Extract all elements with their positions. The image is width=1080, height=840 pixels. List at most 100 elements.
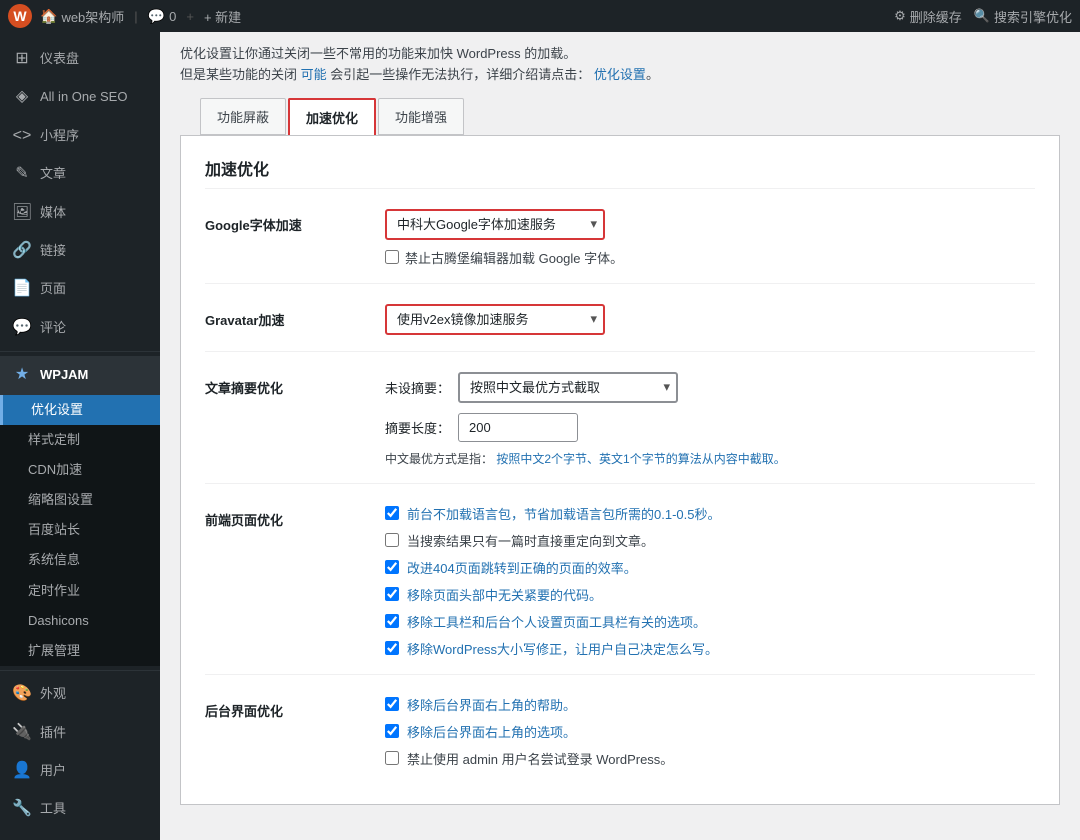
backend-check-no-admin-login[interactable] <box>385 751 399 765</box>
sidebar-item-dashicons[interactable]: Dashicons <box>0 606 160 636</box>
sidebar: ⊞ 仪表盘 ◈ All in One SEO <> 小程序 ✎ 文章 🖼 媒体 … <box>0 32 160 840</box>
frontend-label-fix-404[interactable]: 改进404页面跳转到正确的页面的效率。 <box>407 558 637 577</box>
sidebar-item-pages[interactable]: 📄 页面 <box>0 270 160 308</box>
excerpt-unsettled-label: 未设摘要： <box>385 378 450 397</box>
sidebar-item-thumbnail[interactable]: 缩略图设置 <box>0 485 160 515</box>
media-icon: 🖼 <box>12 202 32 224</box>
excerpt-note-link[interactable]: 按照中文2个字节、英文1个字节的算法从内容中截取。 <box>496 452 785 466</box>
sidebar-item-links[interactable]: 🔗 链接 <box>0 232 160 270</box>
main-layout: ⊞ 仪表盘 ◈ All in One SEO <> 小程序 ✎ 文章 🖼 媒体 … <box>0 32 1080 840</box>
frontend-check-no-lang[interactable] <box>385 506 399 520</box>
excerpt-length-input[interactable]: 200 <box>458 413 578 442</box>
sidebar-item-appearance[interactable]: 🎨 外观 <box>0 675 160 713</box>
sidebar-item-baidu[interactable]: 百度站长 <box>0 515 160 545</box>
admin-bar-new[interactable]: + 新建 <box>204 7 241 26</box>
tabs-bar: 功能屏蔽 加速优化 功能增强 <box>180 98 1060 135</box>
gravatar-select[interactable]: 使用v2ex镜像加速服务 关闭 <box>385 304 605 335</box>
admin-bar: W 🏠 web架构师 | 💬 0 + + 新建 ⚙ 删除缓存 🔍 搜索引擎优化 <box>0 0 1080 32</box>
sidebar-item-cron[interactable]: 定时作业 <box>0 576 160 606</box>
frontend-item-fix-404: 改进404页面跳转到正确的页面的效率。 <box>385 558 1035 577</box>
google-font-label: Google字体加速 <box>205 209 385 234</box>
wpjam-icon: ★ <box>12 364 32 386</box>
sidebar-item-comments[interactable]: 💬 评论 <box>0 309 160 347</box>
mini-programs-icon: <> <box>12 125 32 147</box>
frontend-label-remove-toolbar[interactable]: 移除工具栏和后台个人设置页面工具栏有关的选项。 <box>407 612 706 631</box>
admin-bar-cache[interactable]: ⚙ 删除缓存 <box>894 7 962 26</box>
frontend-check-remove-head[interactable] <box>385 587 399 601</box>
frontend-label-redirect-search[interactable]: 当搜索结果只有一篇时直接重定向到文章。 <box>407 531 654 550</box>
backend-item-remove-options: 移除后台界面右上角的选项。 <box>385 722 1035 741</box>
gravatar-control: 使用v2ex镜像加速服务 关闭 <box>385 304 1035 335</box>
opt-settings-link[interactable]: 优化设置 <box>594 67 646 82</box>
tools-icon: 🔧 <box>12 798 32 820</box>
articles-icon: ✎ <box>12 163 32 185</box>
sidebar-item-wpjam[interactable]: ★ WPJAM <box>0 356 160 394</box>
sidebar-item-style-custom[interactable]: 样式定制 <box>0 425 160 455</box>
admin-bar-comments[interactable]: 💬 0 <box>148 8 177 25</box>
frontend-check-remove-case[interactable] <box>385 641 399 655</box>
sidebar-item-sys-info[interactable]: 系统信息 <box>0 545 160 575</box>
frontend-check-redirect-search[interactable] <box>385 533 399 547</box>
backend-item-remove-help: 移除后台界面右上角的帮助。 <box>385 695 1035 714</box>
frontend-item-remove-toolbar: 移除工具栏和后台个人设置页面工具栏有关的选项。 <box>385 612 1035 631</box>
google-font-select[interactable]: 中科大Google字体加速服务 关闭 <box>385 209 605 240</box>
page-header: 优化设置让你通过关闭一些不常用的功能来加快 WordPress 的加载。 但是某… <box>160 32 1080 135</box>
sidebar-item-plugins[interactable]: 🔌 插件 <box>0 714 160 752</box>
sidebar-item-mini-programs[interactable]: <> 小程序 <box>0 117 160 155</box>
backend-check-remove-help[interactable] <box>385 697 399 711</box>
tab-feature-add[interactable]: 功能增强 <box>378 98 464 135</box>
frontend-label-no-lang[interactable]: 前台不加载语言包，节省加载语言包所需的0.1-0.5秒。 <box>407 504 720 523</box>
plugins-icon: 🔌 <box>12 722 32 744</box>
admin-bar-site[interactable]: 🏠 web架构师 <box>40 7 124 26</box>
sidebar-divider-1 <box>0 351 160 352</box>
excerpt-method-wrapper: 按照中文最优方式截取 关闭 <box>458 372 678 403</box>
frontend-item-remove-case: 移除WordPress大小写修正，让用户自己决定怎么写。 <box>385 639 1035 658</box>
links-icon: 🔗 <box>12 240 32 262</box>
sidebar-item-extensions[interactable]: 扩展管理 <box>0 636 160 666</box>
backend-opt-row: 后台界面优化 移除后台界面右上角的帮助。 移除后台界面右上角的选项。 <box>205 695 1035 784</box>
page-description: 优化设置让你通过关闭一些不常用的功能来加快 WordPress 的加载。 但是某… <box>180 44 1060 86</box>
backend-label-no-admin-login[interactable]: 禁止使用 admin 用户名尝试登录 WordPress。 <box>407 749 673 768</box>
frontend-item-remove-head: 移除页面头部中无关紧要的代码。 <box>385 585 1035 604</box>
sidebar-item-cdn[interactable]: CDN加速 <box>0 455 160 485</box>
appearance-icon: 🎨 <box>12 683 32 705</box>
sidebar-item-articles[interactable]: ✎ 文章 <box>0 155 160 193</box>
backend-label-remove-help[interactable]: 移除后台界面右上角的帮助。 <box>407 695 576 714</box>
sidebar-item-media[interactable]: 🖼 媒体 <box>0 194 160 232</box>
tab-speed-opt[interactable]: 加速优化 <box>288 98 376 135</box>
excerpt-label: 文章摘要优化 <box>205 372 385 397</box>
frontend-label-remove-head[interactable]: 移除页面头部中无关紧要的代码。 <box>407 585 602 604</box>
backend-opt-control: 移除后台界面右上角的帮助。 移除后台界面右上角的选项。 禁止使用 admin 用… <box>385 695 1035 768</box>
admin-bar-seo[interactable]: 🔍 搜索引擎优化 <box>974 7 1072 26</box>
google-font-checkbox-label[interactable]: 禁止古腾堡编辑器加载 Google 字体。 <box>405 248 623 267</box>
excerpt-row: 文章摘要优化 未设摘要： 按照中文最优方式截取 关闭 摘要长度： 2 <box>205 372 1035 484</box>
google-font-checkbox[interactable] <box>385 250 399 264</box>
content-area: 优化设置让你通过关闭一些不常用的功能来加快 WordPress 的加载。 但是某… <box>160 32 1080 840</box>
frontend-checkbox-list: 前台不加载语言包，节省加载语言包所需的0.1-0.5秒。 当搜索结果只有一篇时直… <box>385 504 1035 658</box>
sidebar-item-dashboard[interactable]: ⊞ 仪表盘 <box>0 40 160 78</box>
google-font-row: Google字体加速 中科大Google字体加速服务 关闭 禁止古腾堡编辑器加载… <box>205 209 1035 284</box>
comments-icon: 💬 <box>12 317 32 339</box>
excerpt-note: 中文最优方式是指： 按照中文2个字节、英文1个字节的算法从内容中截取。 <box>385 450 1035 467</box>
frontend-check-remove-toolbar[interactable] <box>385 614 399 628</box>
frontend-opt-label: 前端页面优化 <box>205 504 385 529</box>
tab-feature-hide[interactable]: 功能屏蔽 <box>200 98 286 135</box>
frontend-item-redirect-search: 当搜索结果只有一篇时直接重定向到文章。 <box>385 531 1035 550</box>
sidebar-item-users[interactable]: 👤 用户 <box>0 752 160 790</box>
aio-seo-icon: ◈ <box>12 86 32 108</box>
gravatar-select-wrapper: 使用v2ex镜像加速服务 关闭 <box>385 304 605 335</box>
backend-label-remove-options[interactable]: 移除后台界面右上角的选项。 <box>407 722 576 741</box>
google-font-checkbox-row: 禁止古腾堡编辑器加载 Google 字体。 <box>385 248 1035 267</box>
backend-check-remove-options[interactable] <box>385 724 399 738</box>
sidebar-item-settings[interactable]: ⚙ 设置 <box>0 829 160 840</box>
sidebar-sub-wpjam: 优化设置 样式定制 CDN加速 缩略图设置 百度站长 系统信息 定时作业 Das… <box>0 395 160 667</box>
gravatar-label: Gravatar加速 <box>205 304 385 329</box>
excerpt-method-select[interactable]: 按照中文最优方式截取 关闭 <box>458 372 678 403</box>
frontend-check-fix-404[interactable] <box>385 560 399 574</box>
sidebar-item-opt-settings[interactable]: 优化设置 <box>0 395 160 425</box>
wp-logo[interactable]: W <box>8 4 32 28</box>
frontend-label-remove-case[interactable]: 移除WordPress大小写修正，让用户自己决定怎么写。 <box>407 639 718 658</box>
sidebar-item-tools[interactable]: 🔧 工具 <box>0 790 160 828</box>
sidebar-item-aio-seo[interactable]: ◈ All in One SEO <box>0 78 160 116</box>
excerpt-length-label: 摘要长度： <box>385 418 450 437</box>
